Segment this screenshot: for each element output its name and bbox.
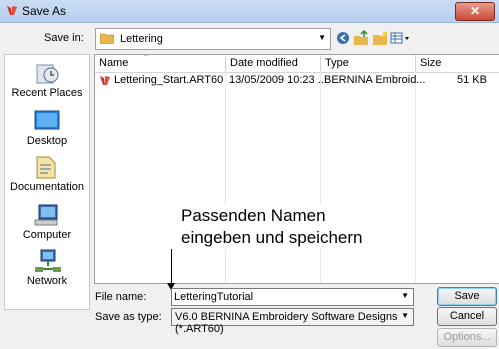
column-header-name[interactable]: Name ⌃ [95,55,226,73]
column-header-type[interactable]: Type [321,55,416,73]
annotation-callout: Passenden Namen eingeben und speichern [181,205,411,249]
place-network[interactable]: Network [5,249,89,287]
place-desktop[interactable]: Desktop [5,109,89,147]
window-title: Save As [22,4,67,18]
cancel-button[interactable]: Cancel [437,307,497,326]
place-label: Network [26,275,68,287]
save-in-label: Save in: [44,32,84,44]
desktop-icon [34,110,60,130]
chevron-down-icon[interactable]: ▼ [401,291,409,300]
network-icon [35,249,61,272]
annotation-line-2: eingeben und speichern [181,228,363,247]
column-divider [225,72,226,283]
save-in-value: Lettering [120,33,163,45]
save-in-dropdown[interactable]: Lettering ▼ [95,28,331,50]
column-header-size[interactable]: Size [416,55,499,73]
file-name-label: File name: [95,291,147,303]
save-as-type-label: Save as type: [95,311,162,323]
column-divider [415,72,416,283]
annotation-arrow [171,249,172,287]
column-divider [320,72,321,283]
file-type: BERNINA Embroid... [324,74,426,86]
documents-icon [36,156,56,179]
folder-icon [100,33,114,44]
file-name: Lettering_Start.ART60 [114,74,224,86]
place-label: Documentation [10,181,84,193]
new-folder-icon[interactable] [371,30,389,46]
places-bar: Recent Places Desktop Documentation Comp… [4,54,90,310]
place-documentation[interactable]: Documentation [5,155,89,193]
place-computer[interactable]: Computer [5,203,89,241]
recent-places-icon [36,64,59,84]
place-label: Recent Places [11,87,83,99]
up-folder-icon[interactable] [352,30,370,46]
file-name-value: LetteringTutorial [174,291,254,303]
computer-icon [34,204,58,226]
chevron-down-icon: ▼ [318,33,326,42]
place-label: Desktop [26,135,68,147]
options-button[interactable]: Options... [437,328,497,347]
save-as-type-value: V6.0 BERNINA Embroidery Software Designs… [175,311,398,335]
save-button[interactable]: Save [437,287,497,306]
column-header-date[interactable]: Date modified [226,55,321,73]
file-row[interactable]: Lettering_Start.ART60 13/05/2009 10:23 .… [95,73,499,88]
art60-file-icon [100,76,110,85]
sort-indicator-icon: ⌃ [143,54,149,61]
save-as-type-dropdown[interactable]: V6.0 BERNINA Embroidery Software Designs… [171,308,414,335]
chevron-down-icon: ▼ [401,311,409,320]
place-label: Computer [22,229,72,241]
views-menu-icon[interactable] [389,30,411,46]
file-date: 13/05/2009 10:23 ... [229,74,327,86]
place-recent-places[interactable]: Recent Places [5,61,89,99]
close-button[interactable]: ✕ [455,2,495,21]
title-bar: Save As ✕ [0,0,499,23]
file-name-input[interactable]: LetteringTutorial ▼ [171,288,414,306]
back-icon[interactable] [334,30,352,46]
save-as-dialog: Save As ✕ Save in: Lettering ▼ Recent Pl… [0,0,499,349]
file-size: 51 KB [457,74,487,86]
file-list[interactable]: Name ⌃ Date modified Type Size Lettering_… [94,54,499,284]
app-icon [7,6,17,15]
annotation-line-1: Passenden Namen [181,206,326,225]
